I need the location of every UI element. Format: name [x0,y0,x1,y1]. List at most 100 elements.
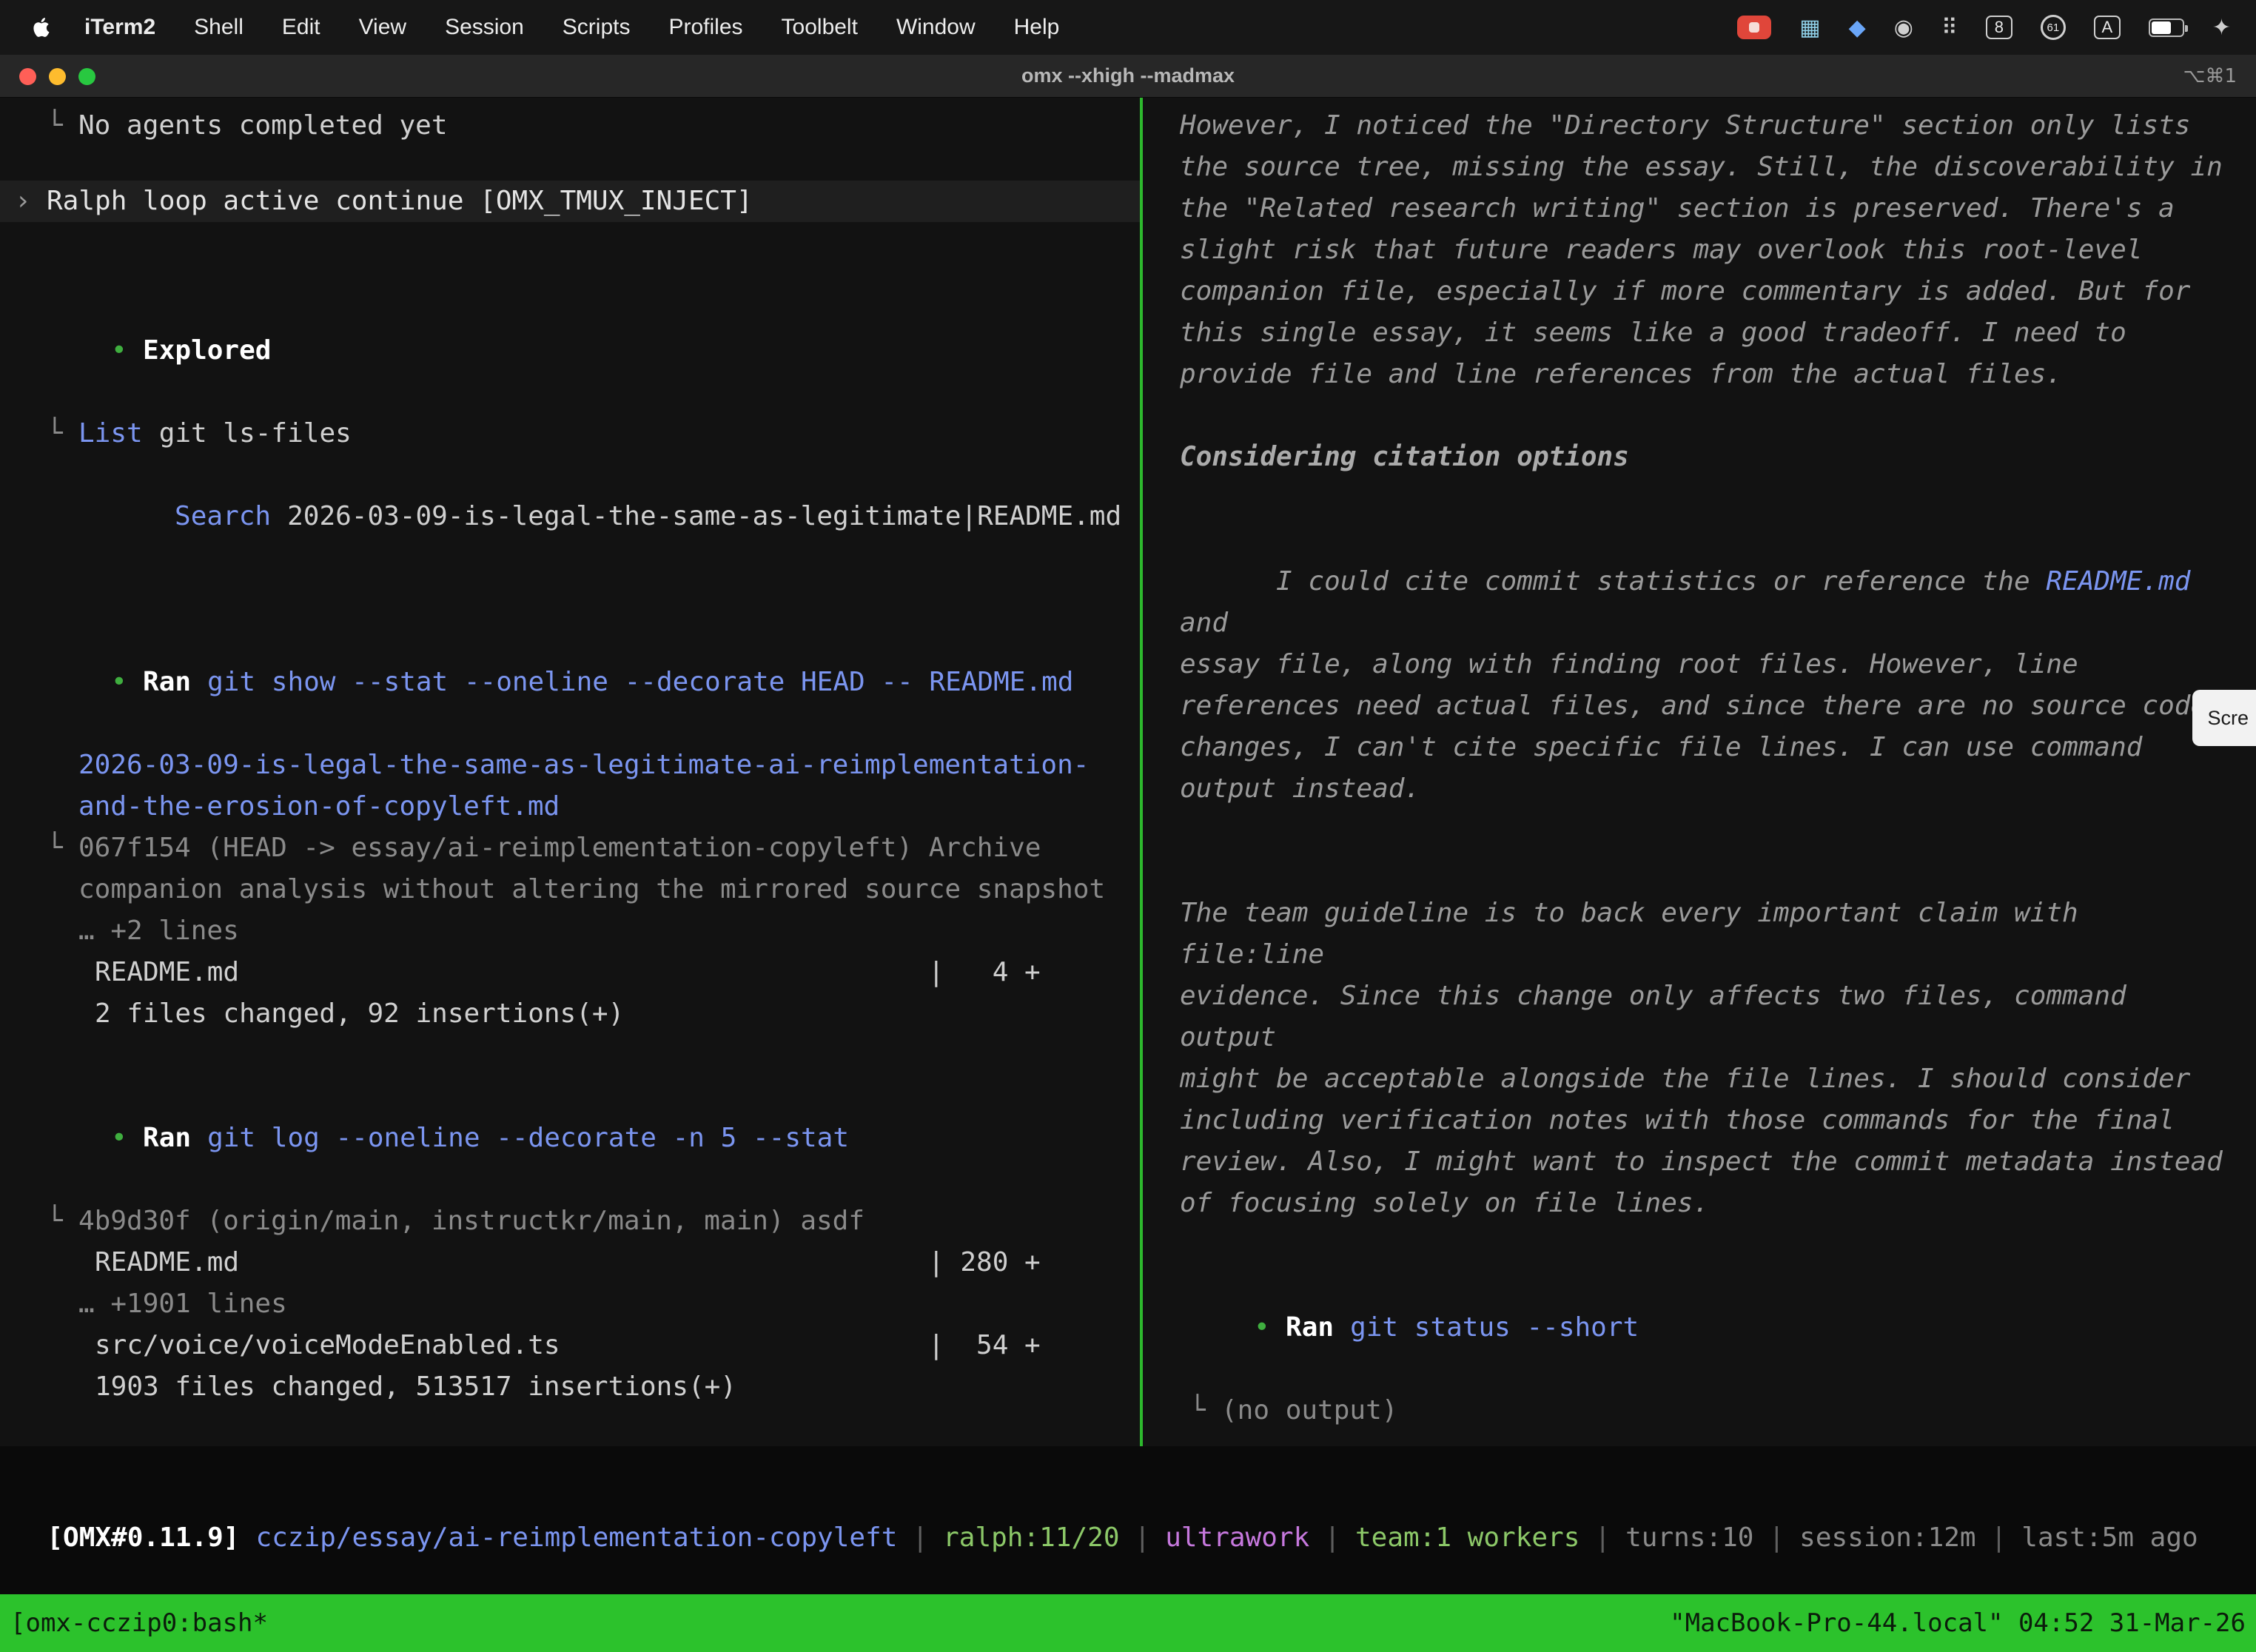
apple-menu-icon[interactable] [18,14,65,41]
separator: | [912,1522,928,1553]
search-label: Search [175,501,271,531]
git-log-output: └4b9d30f (origin/main, instructkr/main, … [0,1201,1140,1242]
window-title-bar: omx --xhigh --madmax ⌥⌘1 [0,55,2256,98]
ralph-loop-banner: ›Ralph loop active continue [OMX_TMUX_IN… [0,181,1140,222]
ran-git-log-line: •Ran git log --oneline --decorate -n 5 --… [0,1076,1140,1201]
close-button[interactable] [19,68,36,85]
diffstat-row: README.md| 4 + [0,952,1140,993]
ran-label: Ran [1286,1312,1334,1343]
traffic-lights [19,55,95,98]
paragraph-text: and essay file, along with finding root … [1180,566,2206,804]
screen-recording-indicator[interactable] [1737,16,1771,39]
dots-grid-icon[interactable]: ⠿ [1941,15,1958,41]
numeric-key-icon[interactable]: 8 [1986,16,2012,39]
ralph-progress: ralph:11/20 [943,1522,1119,1553]
macos-menu-bar: iTerm2 Shell Edit View Session Scripts P… [0,0,2256,55]
explored-header-line: •Explored [0,289,1140,413]
chevron-prompt-icon: › [15,181,47,222]
ran-label: Ran [143,1123,191,1153]
diffstat-filename: README.md [95,952,928,993]
git-log-command: git log --oneline --decorate -n 5 --stat [207,1123,849,1153]
diffstat-value: | 54 + [928,1325,1041,1366]
menu-item-iterm2[interactable]: iTerm2 [65,15,175,40]
percent-gauge-icon[interactable]: 61 [2041,15,2066,40]
ran-git-status-line: •Ran git status --short [1143,1266,2256,1390]
agents-status-text: No agents completed yet [78,105,448,147]
terminal-area: └No agents completed yet ›Ralph loop act… [0,98,2256,1446]
paragraph-text: I could cite commit statistics or refere… [1276,566,2046,597]
diffstat-summary-text: 1903 files changed, 513517 insertions(+) [95,1366,736,1408]
list-command-line: └Listgit ls-files [0,413,1140,454]
separator: | [1135,1522,1151,1553]
menu-item-shell[interactable]: Shell [175,15,263,40]
screen-overlay-button[interactable]: Scre [2192,690,2256,746]
diffstat-filename: README.md [95,1242,928,1283]
diffstat-filename: src/voice/voiceModeEnabled.ts [95,1325,928,1366]
window-shortcut-badge: ⌥⌘1 [2183,65,2237,87]
bullet-icon: • [111,662,143,703]
right-terminal-pane[interactable]: However, I noticed the "Directory Struct… [1143,98,2256,1446]
search-command-line: Search2026-03-09-is-legal-the-same-as-le… [0,454,1140,579]
git-status-output-text: (no output) [1221,1390,1397,1431]
ralph-banner-text: Ralph loop active continue [OMX_TMUX_INJ… [47,181,753,222]
menu-bar-status-area: ▦ ◆ ◉ ⠿ 8 61 A ✦ [1737,15,2256,41]
ran-git-show-line: •Ran git show --stat --oneline --decorate… [0,620,1140,745]
team-workers-badge: team:1 workers [1355,1522,1579,1553]
battery-icon[interactable] [2149,19,2184,37]
zoom-button[interactable] [78,68,95,85]
diffstat-summary: 1903 files changed, 513517 insertions(+) [0,1366,1140,1408]
separator: | [1324,1522,1340,1553]
turns-counter: turns:10 [1625,1522,1753,1553]
menu-item-view[interactable]: View [340,15,426,40]
tmux-status-bar: [omx-cczip0:bash* "MacBook-Pro-44.local"… [0,1594,2256,1652]
git-show-output: └067f154 (HEAD -> essay/ai-reimplementat… [0,827,1140,952]
agents-status-line: └No agents completed yet [0,105,1140,147]
list-label: List [78,413,143,454]
tree-branch-glyph: └ [47,827,78,952]
control-center-icon[interactable]: ✦ [2212,15,2231,41]
diffstat-more-line: … +1901 lines [0,1283,1140,1325]
git-show-command: git show --stat --oneline --decorate HEA… [207,667,1073,697]
menu-item-scripts[interactable]: Scripts [543,15,650,40]
tree-branch-glyph: └ [47,413,78,454]
left-terminal-pane[interactable]: └No agents completed yet ›Ralph loop act… [0,98,1140,1446]
separator: | [1594,1522,1611,1553]
reasoning-paragraph-3: The team guideline is to back every impo… [1180,893,2238,1224]
bullet-icon: • [111,1118,143,1159]
bullet-icon: • [111,330,143,372]
window-title: omx --xhigh --madmax [1021,64,1235,87]
circle-app-icon[interactable]: ◉ [1894,15,1913,41]
separator: | [1991,1522,2007,1553]
bullet-icon: • [1254,1307,1286,1349]
diamond-app-icon[interactable]: ◆ [1849,15,1866,41]
input-source-icon[interactable]: A [2094,16,2121,39]
git-status-output: └(no output) [1143,1390,2256,1431]
tree-branch-glyph: └ [47,1201,78,1242]
battery-fill [2152,21,2171,34]
menu-item-profiles[interactable]: Profiles [649,15,762,40]
ran-label: Ran [143,667,191,697]
ultrawork-mode-badge: ultrawork [1165,1522,1309,1553]
minimize-button[interactable] [49,68,66,85]
diffstat-summary: 2 files changed, 92 insertions(+) [0,993,1140,1035]
menu-item-window[interactable]: Window [877,15,995,40]
diffstat-row: src/voice/voiceModeEnabled.ts| 54 + [0,1325,1140,1366]
tmux-hostname-clock: "MacBook-Pro-44.local" 04:52 31-Mar-26 [1670,1608,2246,1638]
menu-item-session[interactable]: Session [426,15,543,40]
menu-item-edit[interactable]: Edit [263,15,340,40]
reasoning-paragraph-2: I could cite commit statistics or refere… [1180,520,2238,851]
menu-item-toolbelt[interactable]: Toolbelt [762,15,877,40]
reasoning-paragraph-1: However, I noticed the "Directory Struct… [1180,105,2238,395]
diffstat-value: | 280 + [928,1242,1041,1283]
tree-branch-glyph: └ [1189,1390,1221,1431]
explored-label: Explored [143,335,271,366]
diffstat-summary-text: 2 files changed, 92 insertions(+) [95,993,624,1035]
last-activity: last:5m ago [2021,1522,2198,1553]
separator: | [1768,1522,1785,1553]
git-status-command: git status --short [1350,1312,1639,1343]
menu-item-help[interactable]: Help [995,15,1079,40]
tmux-session-window[interactable]: [omx-cczip0:bash* [10,1608,268,1638]
grid-app-icon[interactable]: ▦ [1799,15,1820,41]
git-show-output-text: 067f154 (HEAD -> essay/ai-reimplementati… [78,827,1105,952]
recording-dot-icon [1749,22,1759,33]
